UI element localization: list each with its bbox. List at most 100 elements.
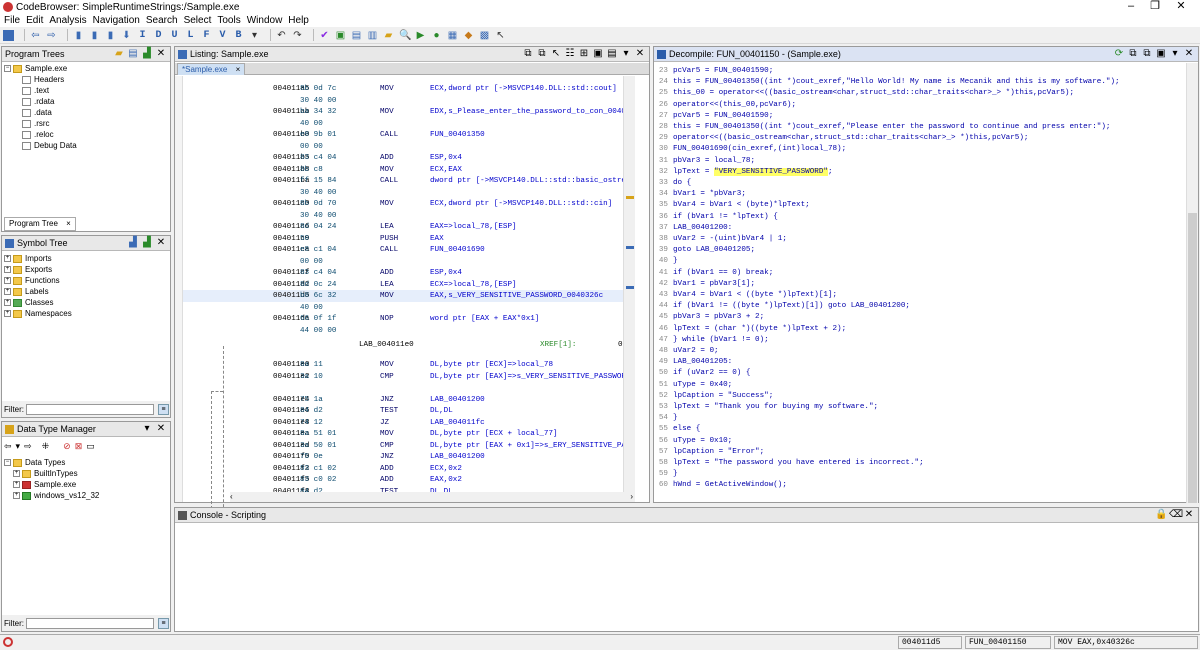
decompile-line[interactable]: 47} while (bVar1 != 0);	[654, 334, 1184, 346]
decompile-line[interactable]: 37 LAB_00401200:	[654, 222, 1184, 234]
listing-label-row[interactable]: LAB_004011e0 XREF[1]: 0	[183, 339, 623, 351]
collapse-icon[interactable]: −	[4, 65, 11, 72]
decompile-line[interactable]: 27 pcVar5 = FUN_00401590;	[654, 110, 1184, 122]
program-tree-tab[interactable]: Program Tree ×	[4, 217, 76, 231]
listing-row[interactable]: 004011b8 8b c8 MOV ECX,EAX	[183, 164, 623, 176]
forward-arrow-icon[interactable]: ⇨	[24, 441, 32, 452]
filter-options-icon[interactable]: ≡	[158, 617, 169, 629]
dropdown-icon[interactable]: ▾	[1169, 48, 1181, 60]
listing-row[interactable]: 004011e8 74 12 JZ LAB_004011fc	[183, 417, 623, 429]
listing-row[interactable]: 004011e6 84 d2 TEST DL,DL	[183, 405, 623, 417]
listing-row[interactable]: 004011ab ba 34 32 MOV EDX,s_Please_enter_th…	[183, 106, 623, 118]
menu-search[interactable]: Search	[146, 15, 178, 26]
filter-off-icon[interactable]: ⊘	[63, 441, 71, 452]
export-icon[interactable]: ⧉	[1141, 48, 1153, 60]
listing-row[interactable]: 004011f0 75 0e JNZ LAB_00401200	[183, 451, 623, 463]
close-icon[interactable]: ×	[236, 65, 241, 74]
close-icon[interactable]: ✕	[1183, 509, 1195, 521]
field-edit-icon[interactable]: ☷	[564, 48, 576, 60]
expand-icon[interactable]: +	[4, 299, 11, 306]
decompile-line[interactable]: 34 bVar1 = *pbVar3;	[654, 188, 1184, 200]
bytes-icon[interactable]: ▥	[367, 30, 378, 41]
nav-l-icon[interactable]: L	[185, 30, 196, 41]
close-icon[interactable]: ✕	[155, 48, 167, 60]
listing-row[interactable]: 004011f2 83 c1 02 ADD ECX,0x2	[183, 463, 623, 475]
listing-row[interactable]: 004011da 66 0f 1f NOP word ptr [EAX + EAX*0…	[183, 313, 623, 325]
menu-tools[interactable]: Tools	[217, 15, 240, 26]
nav-instr-icon[interactable]: ⬇	[121, 30, 132, 41]
decompile-line[interactable]: 24 this = FUN_00401350((int *)cout_exref,…	[654, 76, 1184, 88]
snapshot-icon[interactable]: ▣	[1155, 48, 1167, 60]
folder-icon[interactable]: ▰	[383, 30, 394, 41]
listing-scrollbar[interactable]	[623, 76, 635, 492]
tree-root[interactable]: − Sample.exe	[4, 63, 77, 74]
listing-row[interactable]: 40 00	[183, 118, 623, 130]
cursor-icon[interactable]: ↖	[550, 48, 562, 60]
decompile-line[interactable]: 52 lpCaption = "Success";	[654, 390, 1184, 402]
decompile-line[interactable]: 60 hWnd = GetActiveWindow();	[654, 479, 1184, 491]
listing-row[interactable]: 004011e2 3a 10 CMP DL,byte ptr [EAX]=>s_VER…	[183, 371, 623, 383]
expand-icon[interactable]: +	[13, 492, 20, 499]
listing-row[interactable]: 004011c9 50 PUSH EAX	[183, 233, 623, 245]
listing-row[interactable]: 004011e4 75 1a JNZ LAB_00401200	[183, 394, 623, 406]
menu-navigation[interactable]: Navigation	[93, 15, 140, 26]
close-icon[interactable]: ✕	[1183, 48, 1195, 60]
decompile-line[interactable]: 28 this = FUN_00401350((int *)cout_exref,…	[654, 121, 1184, 133]
decompile-line[interactable]: 48 uVar2 = 0;	[654, 345, 1184, 357]
nav-data-icon[interactable]: ▮	[105, 30, 116, 41]
search-icon[interactable]: 🔍	[399, 30, 411, 41]
debug-icon[interactable]: ●	[431, 30, 442, 41]
decompile-line[interactable]: 26 operator<<(this_00,pcVar6);	[654, 99, 1184, 111]
decompile-line[interactable]: 36 if (bVar1 != *lpText) {	[654, 211, 1184, 223]
close-icon[interactable]: ×	[66, 219, 71, 228]
diamond-icon[interactable]: ◆	[463, 30, 474, 41]
copy-icon[interactable]: ⧉	[1127, 48, 1139, 60]
listing-row[interactable]: 40 00	[183, 302, 623, 314]
close-window-button[interactable]: ✕	[1158, 0, 1200, 13]
listing-row[interactable]: 004011c6 8d 04 24 LEA EAX=>local_78,[ESP]	[183, 221, 623, 233]
expand-icon[interactable]: +	[4, 266, 11, 273]
clear-icon[interactable]: ⌫	[1169, 509, 1183, 521]
decompile-line[interactable]: 51 uType = 0x40;	[654, 379, 1184, 391]
decompile-line[interactable]: 55 else {	[654, 423, 1184, 435]
decompile-line[interactable]: 29 operator<<((basic_ostream<char,struct_…	[654, 132, 1184, 144]
nav-d-icon[interactable]: D	[153, 30, 164, 41]
menu-edit[interactable]: Edit	[26, 15, 43, 26]
decompile-line[interactable]: 59}	[654, 468, 1184, 480]
program-icon[interactable]: ▤	[127, 48, 139, 60]
decompile-line[interactable]: 44 if (bVar1 != ((byte *)lpText)[1]) got…	[654, 300, 1184, 312]
expand-icon[interactable]: +	[4, 277, 11, 284]
listing-row[interactable]: 44 00 00	[183, 325, 623, 337]
snapshot-icon[interactable]: ▣	[592, 48, 604, 60]
nav-v-icon[interactable]: V	[217, 30, 228, 41]
symbol-filter-input[interactable]	[26, 403, 154, 415]
nav-u-icon[interactable]: U	[169, 30, 180, 41]
tree-item[interactable]: .reloc	[4, 129, 77, 140]
decompile-line[interactable]: 43 bVar4 = bVar1 < ((byte *)lpText)[1];	[654, 289, 1184, 301]
undo-icon[interactable]: ↶	[276, 30, 287, 41]
layout-icon[interactable]: ▤	[606, 48, 618, 60]
disassemble-icon[interactable]: ▣	[335, 30, 346, 41]
collapse-icon[interactable]: −	[4, 459, 11, 466]
decompile-line[interactable]: 41 if (bVar1 == 0) break;	[654, 267, 1184, 279]
listing-row[interactable]: 004011f5 83 c0 02 ADD EAX,0x2	[183, 474, 623, 486]
scroll-right-icon[interactable]: ›	[630, 492, 633, 502]
tree-item[interactable]: .rdata	[4, 96, 77, 107]
check-icon[interactable]: ✔	[319, 30, 330, 41]
back-arrow-icon[interactable]: ⇦	[30, 30, 41, 41]
symbol-tree-item[interactable]: + Imports	[4, 253, 72, 264]
menu-analysis[interactable]: Analysis	[49, 15, 86, 26]
listing-row[interactable]: 30 40 00	[183, 95, 623, 107]
decompile-line[interactable]: 40 }	[654, 255, 1184, 267]
dropdown-icon[interactable]: ▾	[141, 423, 153, 435]
collapse-all-icon[interactable]: ▭	[86, 441, 95, 452]
tree-item[interactable]: Debug Data	[4, 140, 77, 151]
data-type-root[interactable]: − Data Types	[4, 457, 99, 468]
filter-options-icon[interactable]: ≡	[158, 403, 169, 415]
decompile-line[interactable]: 38 uVar2 = -(uint)bVar4 | 1;	[654, 233, 1184, 245]
data-type-item[interactable]: + windows_vs12_32	[4, 490, 99, 501]
listing-row[interactable]: 004011a5 8b 0d 7c MOV ECX,dword ptr [->MSVC…	[183, 83, 623, 95]
cursor-icon[interactable]: ↖	[495, 30, 506, 41]
data-type-filter-input[interactable]	[26, 617, 154, 629]
diff-icon[interactable]: ⊞	[578, 48, 590, 60]
